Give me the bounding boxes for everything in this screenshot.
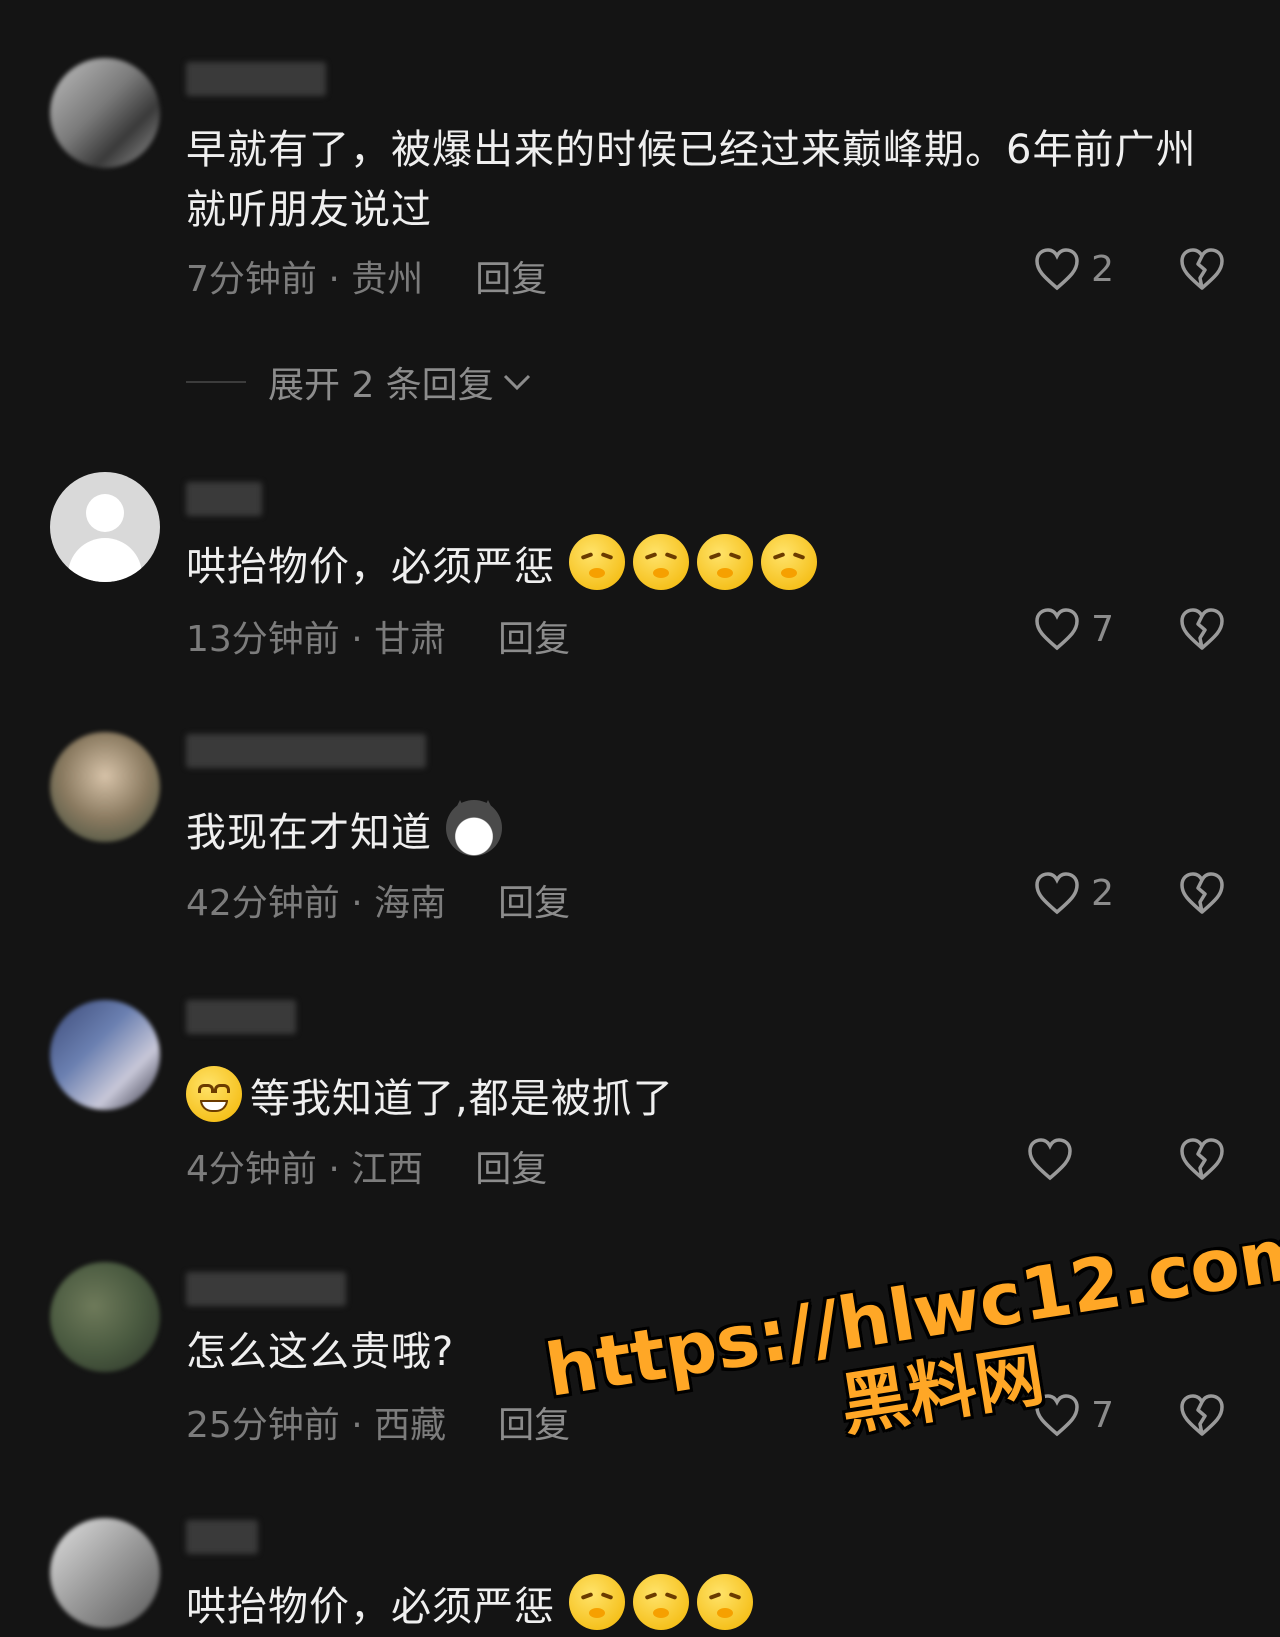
comment-meta: 13分钟前 · 甘肃 回复: [186, 610, 570, 662]
shush-emoji-icon: [696, 534, 753, 590]
laughing-emoji-icon: [186, 1066, 242, 1122]
broken-heart-icon: [1180, 248, 1224, 290]
comment-text: 我现在才知道: [186, 800, 1210, 863]
reply-button[interactable]: 回复: [475, 259, 547, 300]
shush-emoji-icon: [568, 534, 625, 590]
username[interactable]: [186, 482, 262, 516]
like-button[interactable]: 2: [1033, 246, 1114, 292]
comment-text: 哄抬物价，必须严惩: [186, 1574, 1210, 1637]
comment-time-location: 4分钟前 · 江西: [186, 1149, 424, 1190]
comment-text: 早就有了，被爆出来的时候已经过来巅峰期。6年前广州就听朋友说过: [186, 127, 1197, 233]
dislike-button[interactable]: [1178, 1136, 1226, 1182]
broken-heart-icon: [1180, 1138, 1224, 1180]
comment-meta: 7分钟前 · 贵州 回复: [186, 250, 547, 302]
avatar[interactable]: [50, 1000, 160, 1110]
comment-time-location: 7分钟前 · 贵州: [186, 259, 424, 300]
shush-emoji-icon: [632, 1574, 689, 1630]
avatar[interactable]: [50, 58, 160, 168]
expand-replies-button[interactable]: 展开 2 条回复: [186, 356, 532, 408]
comment-text-content: 我现在才知道: [186, 810, 432, 856]
like-count: 2: [1091, 248, 1114, 290]
broken-heart-icon: [1180, 872, 1224, 914]
comment-meta: 4分钟前 · 江西 回复: [186, 1140, 547, 1192]
avatar[interactable]: [50, 1518, 160, 1628]
divider: [186, 381, 246, 383]
comment-text: 哄抬物价，必须严惩: [186, 534, 1210, 597]
avatar[interactable]: [50, 732, 160, 842]
username[interactable]: [186, 1520, 258, 1554]
avatar[interactable]: [50, 1262, 160, 1372]
heart-icon: [1035, 248, 1079, 291]
chevron-down-icon: [503, 374, 530, 391]
comment-meta: 25分钟前 · 西藏 回复: [186, 1396, 570, 1448]
avatar[interactable]: [50, 472, 160, 582]
username[interactable]: [186, 734, 426, 768]
expand-replies-label: 展开 2 条回复: [268, 365, 494, 406]
like-count: 2: [1091, 872, 1114, 914]
shush-emoji-icon: [760, 534, 817, 590]
comment-time-location: 42分钟前 · 海南: [186, 883, 447, 924]
broken-heart-icon: [1180, 608, 1224, 650]
dislike-button[interactable]: [1178, 870, 1226, 916]
comment-text: 等我知道了,都是被抓了: [186, 1066, 1210, 1129]
shush-emoji-icon: [568, 1574, 625, 1630]
reply-button[interactable]: 回复: [475, 1149, 547, 1190]
reply-button[interactable]: 回复: [498, 883, 570, 924]
heart-icon: [1028, 1138, 1072, 1181]
like-button[interactable]: 7: [1033, 606, 1114, 652]
reply-button[interactable]: 回复: [498, 619, 570, 660]
shush-emoji-icon: [696, 1574, 753, 1630]
comment-time-location: 25分钟前 · 西藏: [186, 1405, 447, 1446]
dog-emoji-icon: [445, 800, 502, 856]
shush-emoji-icon: [632, 534, 689, 590]
heart-icon: [1035, 872, 1079, 915]
comment-text-content: 等我知道了,都是被抓了: [250, 1076, 674, 1122]
comment-text-content: 哄抬物价，必须严惩: [186, 1584, 555, 1630]
broken-heart-icon: [1180, 1394, 1224, 1436]
dislike-button[interactable]: [1178, 1392, 1226, 1438]
comment-time-location: 13分钟前 · 甘肃: [186, 619, 447, 660]
dislike-button[interactable]: [1178, 606, 1226, 652]
like-button[interactable]: 2: [1033, 870, 1114, 916]
like-button[interactable]: [1026, 1136, 1084, 1182]
username[interactable]: [186, 62, 326, 96]
like-count: 7: [1091, 608, 1114, 650]
comment-meta: 42分钟前 · 海南 回复: [186, 874, 570, 926]
username[interactable]: [186, 1272, 346, 1306]
comment-text-content: 哄抬物价，必须严惩: [186, 544, 555, 590]
heart-icon: [1035, 608, 1079, 651]
watermark: https://hlwc12.com 黑料网: [540, 1209, 1280, 1492]
dislike-button[interactable]: [1178, 246, 1226, 292]
username[interactable]: [186, 1000, 296, 1034]
